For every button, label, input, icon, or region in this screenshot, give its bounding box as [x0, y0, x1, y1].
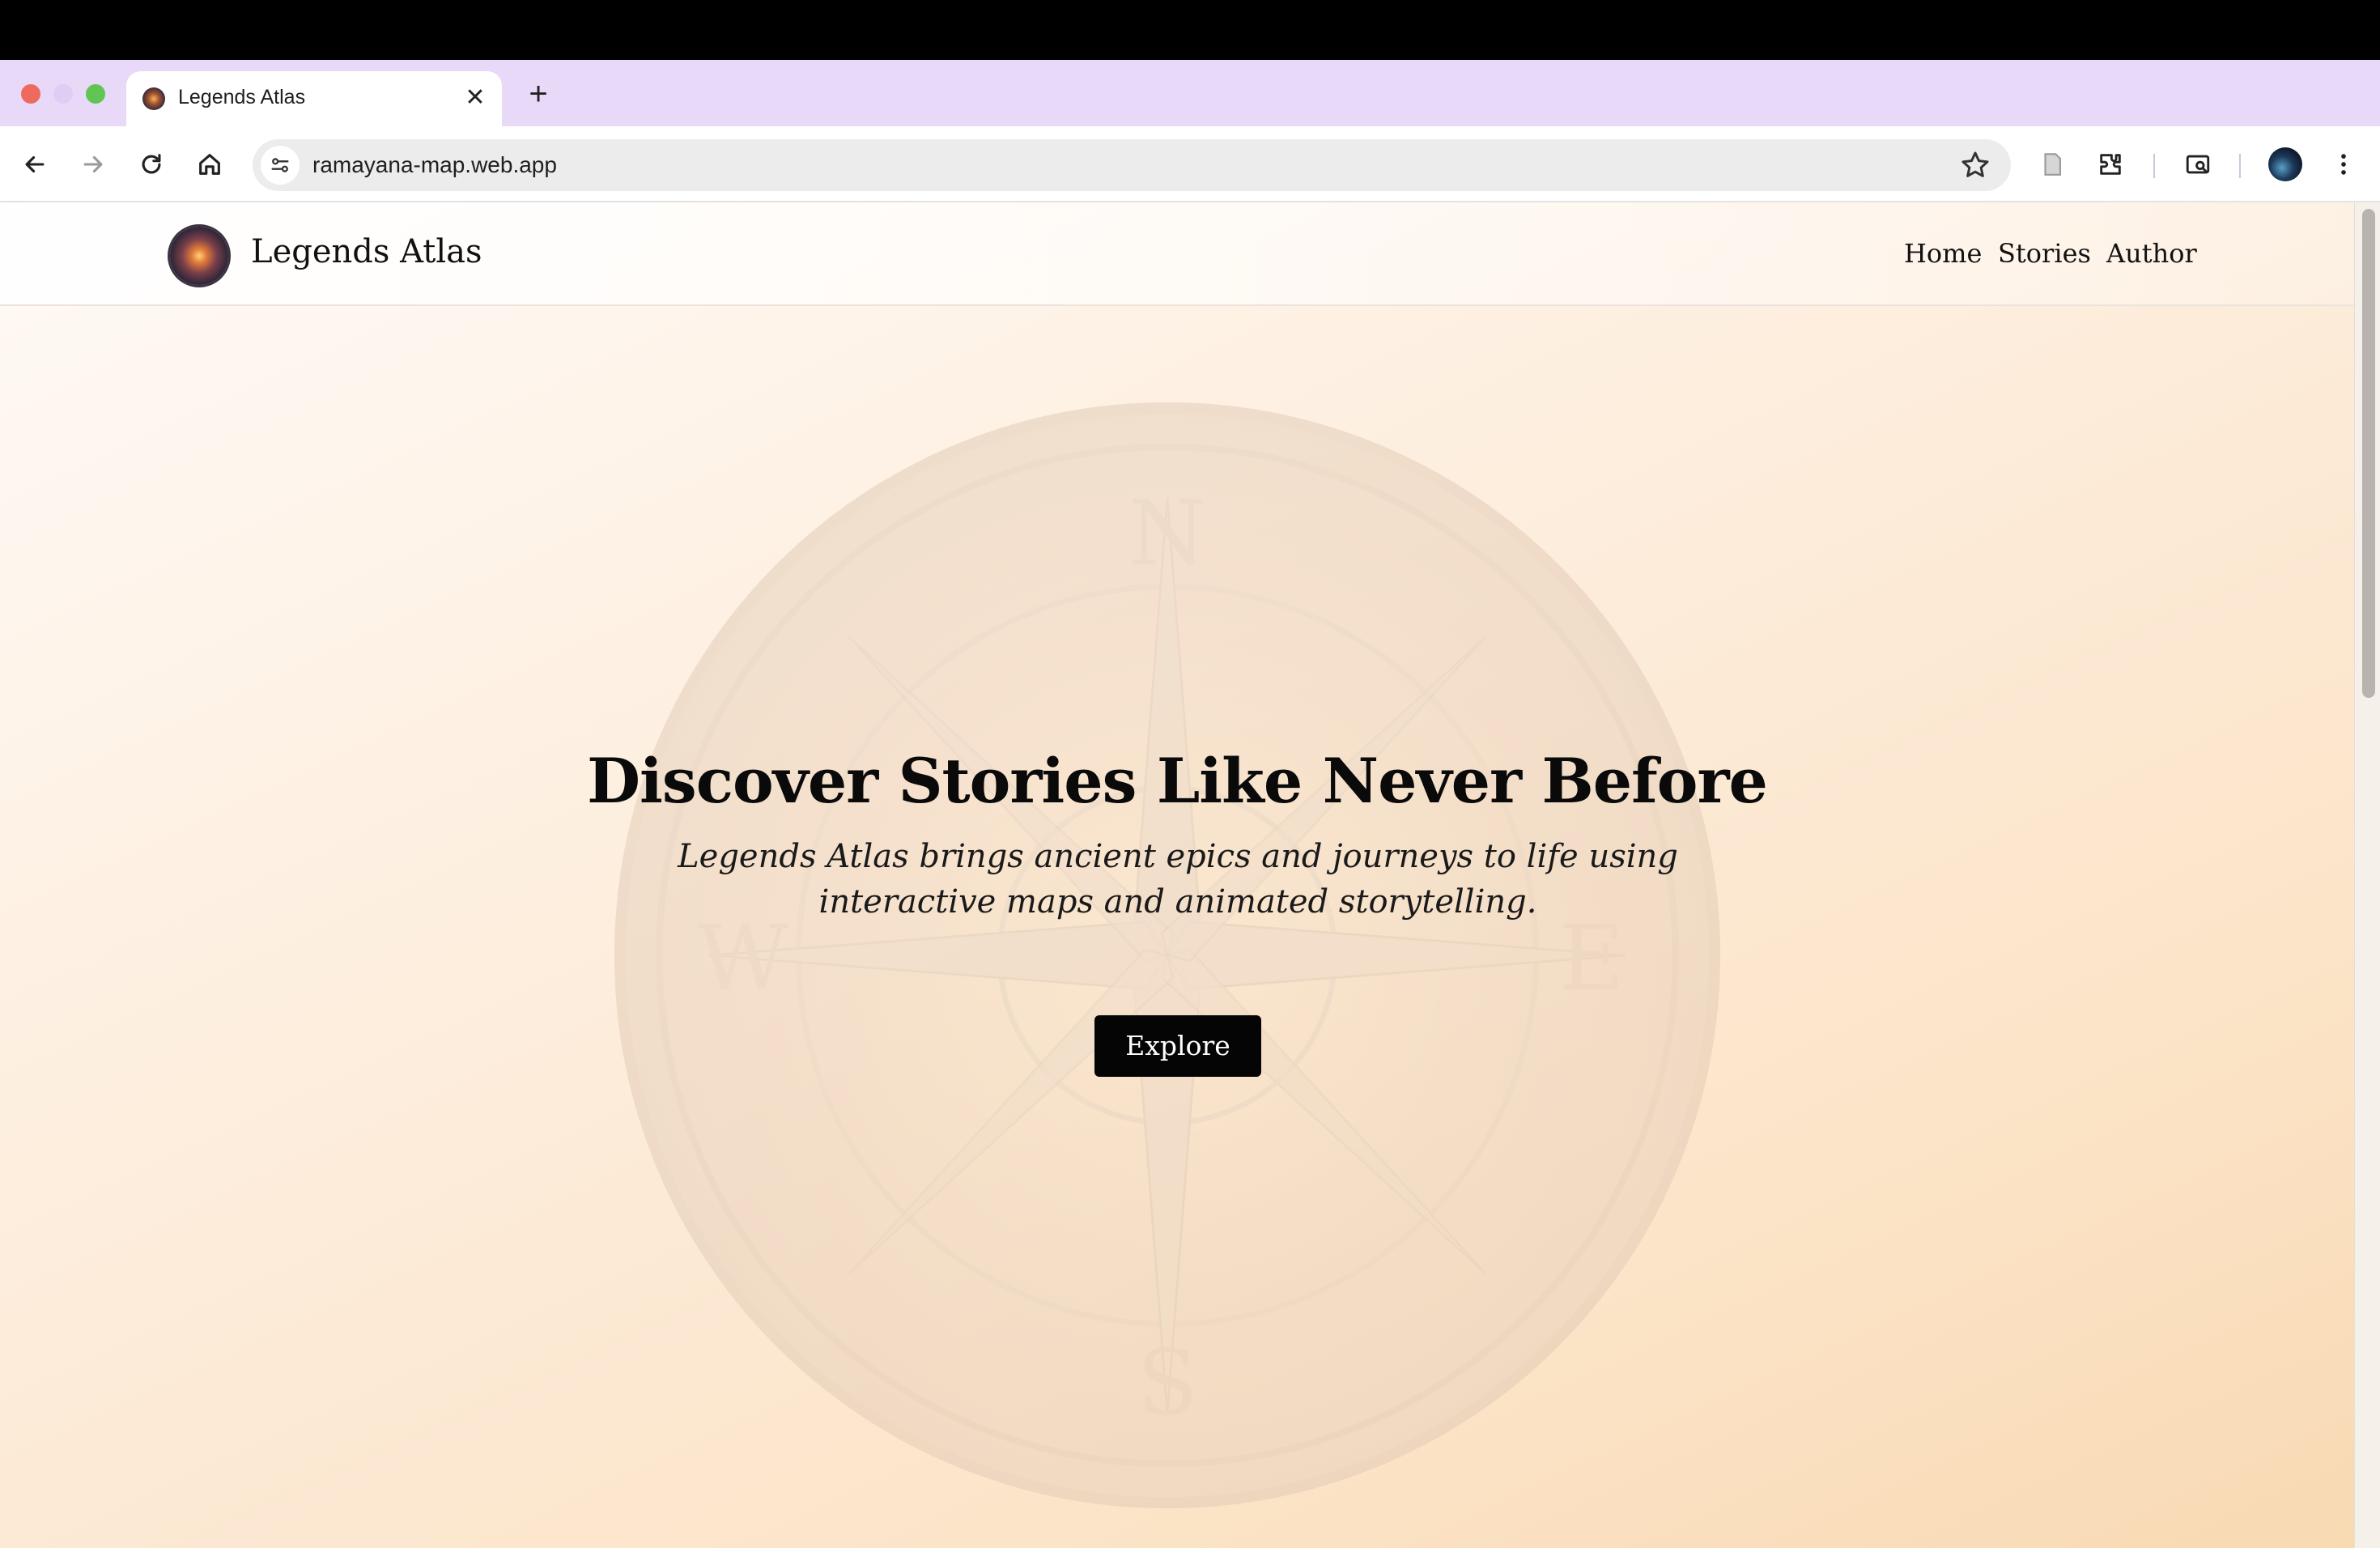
- address-bar[interactable]: ramayana-map.web.app: [253, 139, 2011, 191]
- url-text[interactable]: ramayana-map.web.app: [312, 152, 557, 178]
- document-icon[interactable]: [2032, 144, 2072, 185]
- reload-icon[interactable]: [131, 144, 172, 185]
- home-icon[interactable]: [189, 144, 230, 185]
- nav-stories-link[interactable]: Stories: [1998, 238, 2091, 269]
- new-tab-button[interactable]: +: [520, 76, 557, 113]
- browser-tab-active[interactable]: Legends Atlas ✕: [126, 71, 502, 126]
- more-menu-icon[interactable]: [2323, 144, 2364, 185]
- page-viewport: N S E W Legends Atlas Home Stories Autho…: [0, 202, 2380, 1548]
- toolbar-separator: [2239, 154, 2241, 178]
- site-brand[interactable]: Legends Atlas: [251, 233, 482, 270]
- compass-letter-s: S: [1137, 1332, 1198, 1435]
- site-settings-icon[interactable]: [261, 146, 300, 185]
- hero-title: Discover Stories Like Never Before: [587, 745, 1768, 817]
- window-minimize-button[interactable]: [53, 84, 73, 104]
- tab-favicon-icon: [142, 87, 165, 110]
- extensions-icon[interactable]: [2090, 144, 2131, 185]
- toolbar-separator: [2153, 154, 2155, 178]
- tab-title: Legends Atlas: [178, 86, 306, 108]
- compass-letter-n: N: [1128, 483, 1207, 586]
- scrollbar-thumb[interactable]: [2362, 209, 2375, 698]
- logo-icon[interactable]: [170, 227, 228, 285]
- profile-avatar[interactable]: [2268, 147, 2302, 181]
- browser-toolbar: ramayana-map.web.app: [0, 126, 2380, 202]
- nav-home-link[interactable]: Home: [1904, 238, 1982, 269]
- compass-emblem-icon: N S E W: [614, 402, 1721, 1509]
- window-close-button[interactable]: [21, 84, 40, 104]
- forward-icon[interactable]: [73, 144, 113, 185]
- explore-button[interactable]: Explore: [1094, 1015, 1261, 1077]
- bookmark-star-icon[interactable]: [1959, 149, 1991, 181]
- tab-search-icon[interactable]: [2178, 144, 2218, 185]
- window-zoom-button[interactable]: [86, 84, 105, 104]
- hero-subtitle: Legends Atlas brings ancient epics and j…: [678, 838, 1678, 921]
- site-header: Legends Atlas Home Stories Author: [0, 202, 2354, 306]
- tab-strip: Legends Atlas ✕ +: [0, 60, 2380, 126]
- nav-author-link[interactable]: Author: [2106, 238, 2197, 269]
- tab-close-icon[interactable]: ✕: [460, 83, 491, 113]
- system-menu-bar: [0, 0, 2380, 60]
- back-icon[interactable]: [15, 144, 55, 185]
- page-scrollbar[interactable]: [2354, 202, 2380, 1548]
- browser-window: Legends Atlas ✕ + ramayana-map.web.app N…: [0, 60, 2380, 1548]
